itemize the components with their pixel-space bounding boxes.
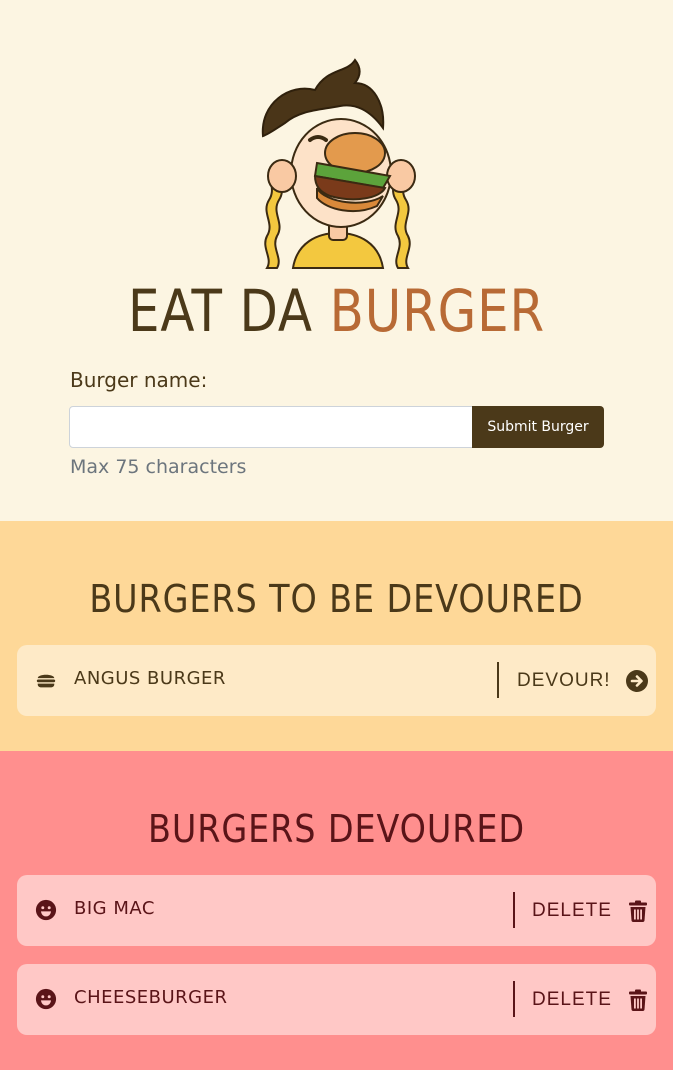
delete-button[interactable]: DELETE — [532, 893, 650, 929]
title-main-text: EAT DA — [127, 277, 330, 345]
delete-label: DELETE — [532, 900, 612, 921]
burger-eater-logo — [255, 48, 420, 273]
devour-button[interactable]: DEVOUR! — [517, 663, 649, 699]
divider — [513, 892, 515, 928]
delete-label: DELETE — [532, 989, 612, 1010]
max-characters-hint: Max 75 characters — [70, 456, 247, 478]
burger-name: ANGUS BURGER — [74, 668, 226, 689]
trash-icon — [628, 900, 647, 922]
arrow-circle-right-icon — [625, 670, 648, 692]
burger-name: BIG MAC — [74, 898, 155, 919]
page-title: EAT DA BURGER — [47, 278, 626, 344]
burger-name-input[interactable] — [69, 406, 473, 448]
devour-label: DEVOUR! — [517, 670, 611, 691]
header-section: EAT DA BURGER Burger name: Submit Burger… — [0, 0, 673, 521]
devoured-heading: BURGERS DEVOURED — [148, 807, 525, 851]
to-devour-heading: BURGERS TO BE DEVOURED — [89, 577, 584, 621]
devoured-section: BURGERS DEVOURED BIG MAC DELETE CHEESEBU… — [0, 751, 673, 1070]
burger-name: CHEESEBURGER — [74, 987, 228, 1008]
hamburger-icon — [36, 674, 56, 688]
grin-tongue-icon — [35, 899, 57, 921]
divider — [513, 981, 515, 1017]
grin-tongue-icon — [35, 988, 57, 1010]
title-accent-text: BURGER — [329, 277, 545, 345]
list-item: BIG MAC DELETE — [17, 875, 656, 946]
list-item: CHEESEBURGER DELETE — [17, 964, 656, 1035]
to-devour-section: BURGERS TO BE DEVOURED ANGUS BURGER DEVO… — [0, 521, 673, 751]
list-item: ANGUS BURGER DEVOUR! — [17, 645, 656, 716]
submit-burger-button[interactable]: Submit Burger — [472, 406, 604, 448]
divider — [497, 662, 499, 698]
trash-icon — [628, 989, 647, 1011]
delete-button[interactable]: DELETE — [532, 982, 650, 1018]
burger-name-label: Burger name: — [70, 368, 208, 392]
